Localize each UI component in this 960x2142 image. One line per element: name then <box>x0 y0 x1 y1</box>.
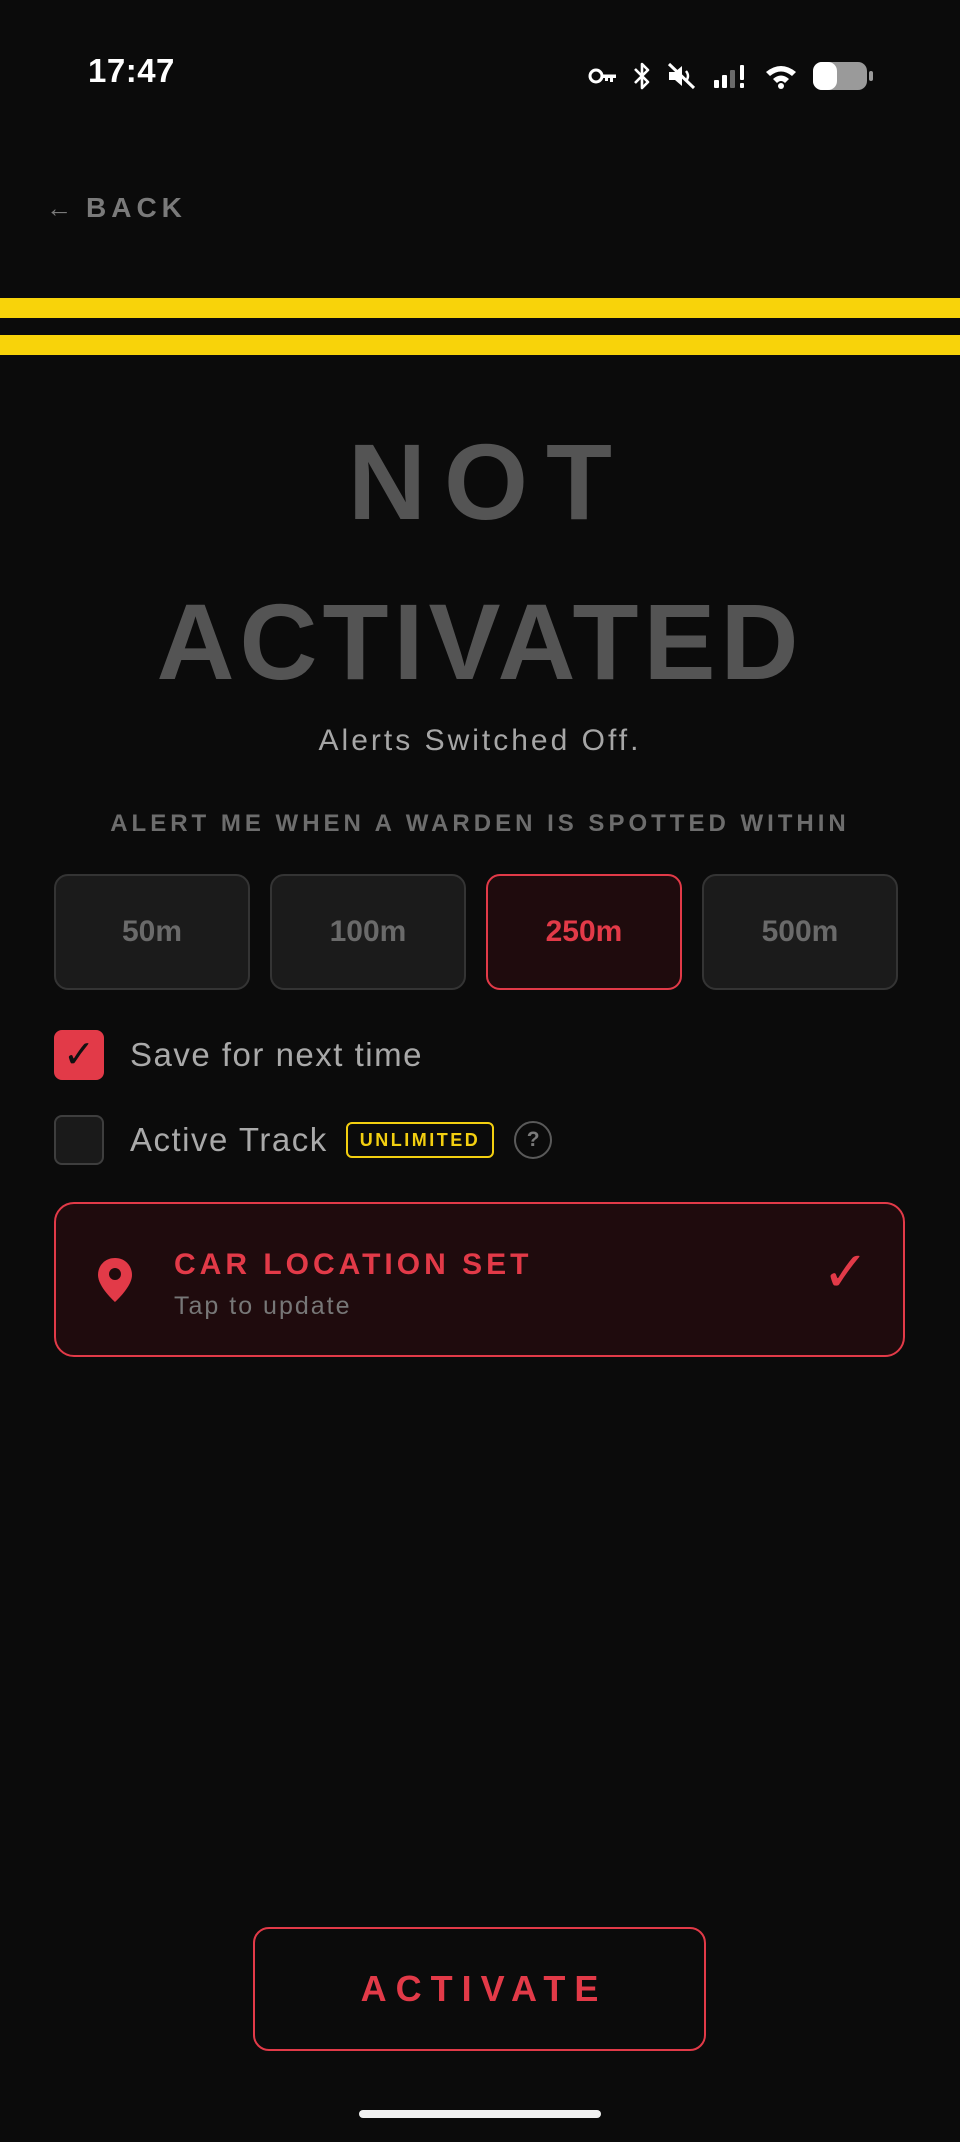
home-indicator[interactable] <box>359 2110 601 2118</box>
wifi-icon <box>764 62 798 90</box>
battery-icon <box>812 61 874 91</box>
back-button[interactable]: ← BACK <box>46 192 187 224</box>
active-track-label: Active Track <box>130 1121 328 1158</box>
active-track-checkbox[interactable] <box>54 1115 104 1165</box>
radius-prompt: ALERT ME WHEN A WARDEN IS SPOTTED WITHIN <box>110 810 850 837</box>
location-set-check-icon: ✓ <box>822 1240 869 1303</box>
save-for-next-time-checkbox[interactable]: ✓ <box>54 1030 104 1080</box>
hazard-stripe-top <box>0 298 960 318</box>
car-location-title: CAR LOCATION SET <box>174 1248 533 1281</box>
back-label: BACK <box>86 192 187 223</box>
back-arrow-icon: ← <box>46 192 72 223</box>
radius-options: 50m 100m 250m 500m <box>54 874 898 990</box>
activate-button[interactable]: ACTIVATE <box>253 1927 706 2051</box>
status-subtitle: Alerts Switched Off. <box>318 724 642 757</box>
status-heading-line-2: ACTIVATED <box>156 581 804 702</box>
active-track-row: Active Track UNLIMITED ? <box>54 1115 553 1165</box>
vpn-key-icon <box>588 65 618 87</box>
radius-option-50m[interactable]: 50m <box>54 874 250 990</box>
status-icons <box>588 56 874 96</box>
help-icon[interactable]: ? <box>514 1121 553 1159</box>
save-for-next-time-label: Save for next time <box>130 1036 423 1073</box>
radius-option-250m[interactable]: 250m <box>486 874 682 990</box>
checkmark-icon: ✓ <box>63 1034 95 1076</box>
bluetooth-icon <box>632 61 652 91</box>
save-for-next-time-row: ✓ Save for next time <box>54 1030 423 1080</box>
signal-icon <box>712 62 750 90</box>
radius-option-100m[interactable]: 100m <box>270 874 466 990</box>
mute-icon <box>666 61 698 91</box>
hazard-stripe-bottom <box>0 335 960 355</box>
status-heading-line-1: NOT <box>348 421 630 542</box>
status-time: 17:47 <box>88 52 175 89</box>
unlimited-badge: UNLIMITED <box>345 1122 495 1158</box>
location-pin-icon <box>96 1256 134 1309</box>
car-location-card[interactable]: CAR LOCATION SET Tap to update ✓ <box>54 1202 905 1357</box>
radius-option-500m[interactable]: 500m <box>702 874 898 990</box>
car-location-subtitle: Tap to update <box>174 1292 352 1320</box>
